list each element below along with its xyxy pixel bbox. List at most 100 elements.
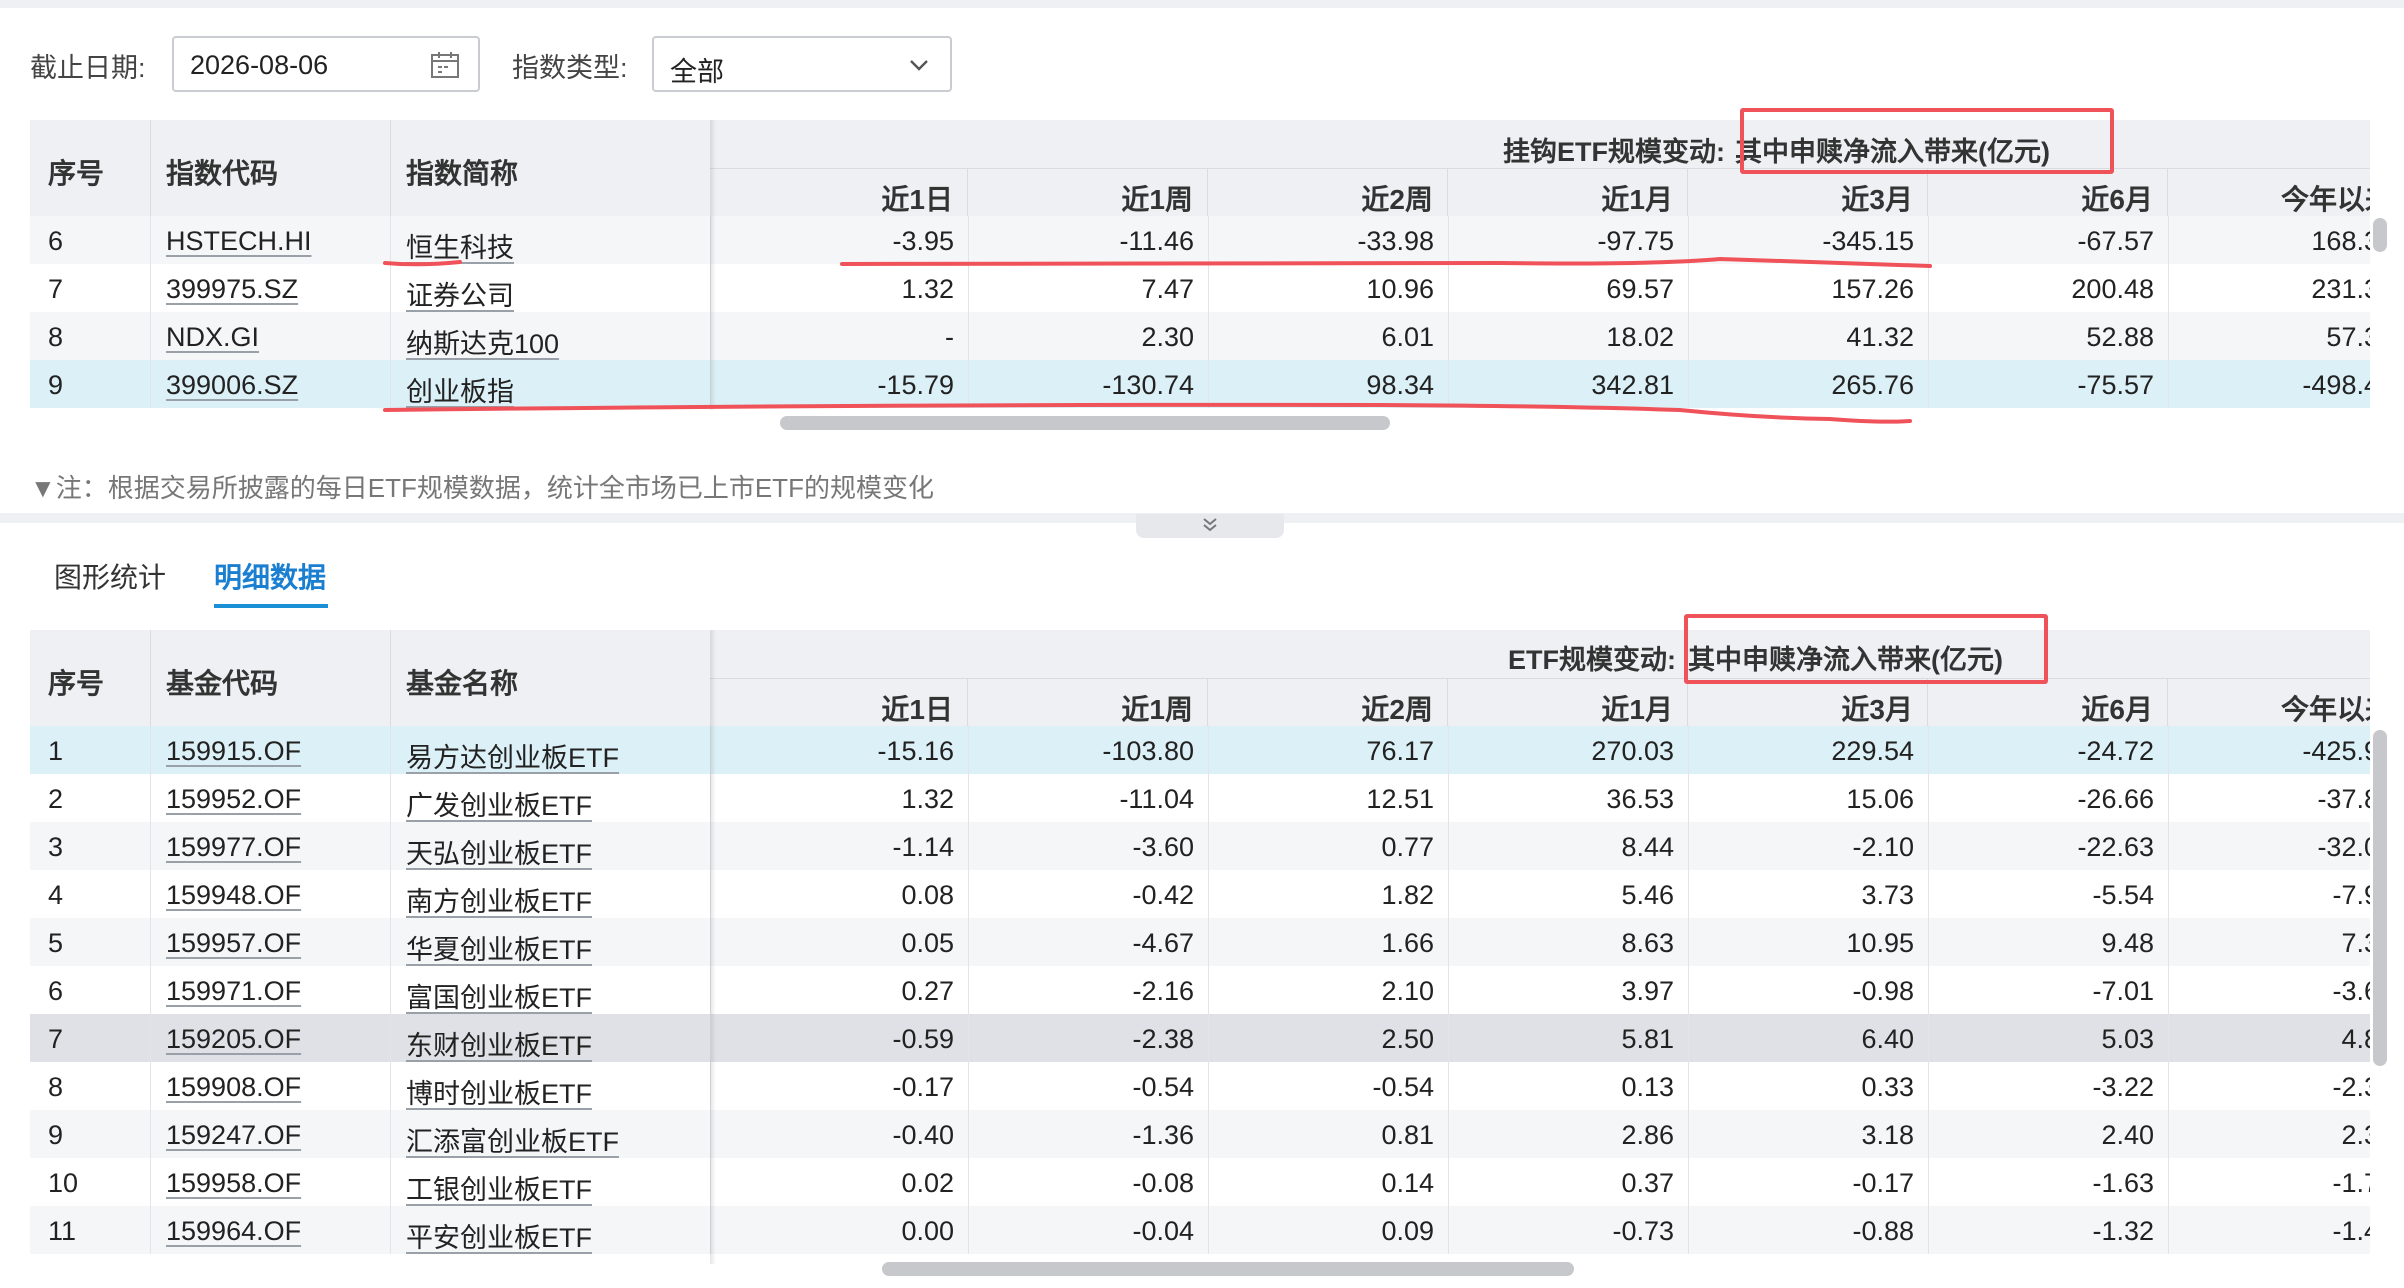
table-row[interactable]: 3 159977.OF 天弘创业板ETF -1.14 -3.60 0.77 8.44 -2.1…: [30, 822, 2370, 870]
row-code-link[interactable]: 399006.SZ: [166, 370, 298, 401]
table-row[interactable]: 8 NDX.GI 纳斯达克100 - 2.30 6.01 18.02 41.32 52.88 57…: [30, 312, 2370, 360]
column-divider: [1208, 822, 1209, 870]
table-row[interactable]: 7 159205.OF 东财创业板ETF -0.59 -2.38 2.50 5.81 6.40…: [30, 1014, 2370, 1062]
table-row[interactable]: 10 159958.OF 工银创业板ETF 0.02 -0.08 0.14 0.37 -0.1…: [30, 1158, 2370, 1206]
row-name-link[interactable]: 创业板指: [406, 370, 514, 409]
row-name-link[interactable]: 博时创业板ETF: [406, 1072, 592, 1111]
row-value: -0.08: [1132, 1168, 1194, 1198]
row-code-link[interactable]: 159957.OF: [166, 928, 301, 959]
column-divider: [150, 774, 151, 822]
column-divider: [390, 360, 391, 408]
column-divider: [1688, 822, 1689, 870]
row-seq: 9: [48, 1120, 64, 1150]
column-divider: [2168, 216, 2169, 264]
table-row[interactable]: 1 159915.OF 易方达创业板ETF -15.16 -103.80 76.17 270…: [30, 726, 2370, 774]
row-name-link[interactable]: 恒生科技: [406, 226, 514, 265]
row-value: -103.80: [1102, 736, 1194, 766]
column-divider: [150, 1062, 151, 1110]
row-value: 342.81: [1591, 370, 1674, 400]
period-header[interactable]: 近1月: [1448, 169, 1688, 217]
row-name-link[interactable]: 工银创业板ETF: [406, 1168, 592, 1207]
period-header[interactable]: 近3月: [1688, 679, 1928, 727]
period-header[interactable]: 近2周: [1208, 169, 1448, 217]
row-value: -26.66: [2077, 784, 2154, 814]
row-value: -1.77: [2332, 1168, 2370, 1198]
row-name-link[interactable]: 易方达创业板ETF: [406, 736, 619, 775]
period-header[interactable]: 近1日: [710, 169, 968, 217]
period-header-row: 近1日近1周近2周近1月近3月近6月今年以来: [710, 678, 2370, 727]
column-divider: [150, 1206, 151, 1254]
top-strip: [0, 0, 2404, 8]
row-name-link[interactable]: 汇添富创业板ETF: [406, 1120, 619, 1159]
table-row[interactable]: 8 159908.OF 博时创业板ETF -0.17 -0.54 -0.54 0.13 0.3…: [30, 1062, 2370, 1110]
row-code-link[interactable]: 159964.OF: [166, 1216, 301, 1247]
index-vertical-scrollbar[interactable]: [2373, 218, 2387, 252]
period-header[interactable]: 近6月: [1928, 679, 2168, 727]
period-header[interactable]: 近6月: [1928, 169, 2168, 217]
row-name-link[interactable]: 证券公司: [406, 274, 514, 313]
row-code-link[interactable]: 159908.OF: [166, 1072, 301, 1103]
column-divider: [150, 918, 151, 966]
table-row[interactable]: 4 159948.OF 南方创业板ETF 0.08 -0.42 1.82 5.46 3.73 -…: [30, 870, 2370, 918]
table-row[interactable]: 6 159971.OF 富国创业板ETF 0.27 -2.16 2.10 3.97 -0.98…: [30, 966, 2370, 1014]
row-name-link[interactable]: 富国创业板ETF: [406, 976, 592, 1015]
column-divider: [2168, 966, 2169, 1014]
row-code-link[interactable]: 159205.OF: [166, 1024, 301, 1055]
row-name-link[interactable]: 天弘创业板ETF: [406, 832, 592, 871]
row-value: -3.22: [2092, 1072, 2154, 1102]
row-code-link[interactable]: HSTECH.HI: [166, 226, 312, 257]
header-code: 基金代码: [166, 668, 279, 699]
row-code-link[interactable]: 159952.OF: [166, 784, 301, 815]
period-header[interactable]: 近1月: [1448, 679, 1688, 727]
type-select[interactable]: 全部: [652, 36, 952, 92]
row-name-link[interactable]: 广发创业板ETF: [406, 784, 592, 823]
period-header[interactable]: 近1周: [968, 169, 1208, 217]
row-value: 0.81: [1381, 1120, 1434, 1150]
row-name-link[interactable]: 南方创业板ETF: [406, 880, 592, 919]
collapse-handle[interactable]: [1136, 514, 1284, 538]
row-code-link[interactable]: 159977.OF: [166, 832, 301, 863]
row-code-link[interactable]: 159247.OF: [166, 1120, 301, 1151]
row-code-link[interactable]: 159958.OF: [166, 1168, 301, 1199]
period-header[interactable]: 今年以来: [2168, 679, 2370, 727]
row-value: -67.57: [2077, 226, 2154, 256]
column-divider: [1448, 360, 1449, 408]
index-horizontal-scrollbar[interactable]: [780, 416, 1390, 430]
table-row[interactable]: 9 399006.SZ 创业板指 -15.79 -130.74 98.34 342.81 26…: [30, 360, 2370, 408]
period-header[interactable]: 近1周: [968, 679, 1208, 727]
period-header[interactable]: 近2周: [1208, 679, 1448, 727]
row-code-link[interactable]: 399975.SZ: [166, 274, 298, 305]
row-name-link[interactable]: 纳斯达克100: [406, 322, 559, 361]
table-row[interactable]: 6 HSTECH.HI 恒生科技 -3.95 -11.46 -33.98 -97.75 -34…: [30, 216, 2370, 264]
fund-horizontal-scrollbar[interactable]: [882, 1262, 1574, 1276]
header-code: 指数代码: [166, 158, 279, 189]
row-value: 3.97: [1621, 976, 1674, 1006]
period-header[interactable]: 今年以来: [2168, 169, 2370, 217]
period-header[interactable]: 近3月: [1688, 169, 1928, 217]
date-picker[interactable]: 2026-08-06: [172, 36, 480, 92]
row-code-link[interactable]: 159915.OF: [166, 736, 301, 767]
column-divider: [968, 1206, 969, 1254]
table-row[interactable]: 9 159247.OF 汇添富创业板ETF -0.40 -1.36 0.81 2.86 3.1…: [30, 1110, 2370, 1158]
period-header[interactable]: 近1日: [710, 679, 968, 727]
column-divider: [2168, 822, 2169, 870]
tab-detail-data[interactable]: 明细数据: [214, 556, 326, 596]
table-row[interactable]: 5 159957.OF 华夏创业板ETF 0.05 -4.67 1.66 8.63 10.95…: [30, 918, 2370, 966]
tab-chart-stats[interactable]: 图形统计: [54, 556, 166, 596]
table-row[interactable]: 11 159964.OF 平安创业板ETF 0.00 -0.04 0.09 -0.73 -0.…: [30, 1206, 2370, 1254]
row-code-link[interactable]: 159971.OF: [166, 976, 301, 1007]
row-code-link[interactable]: NDX.GI: [166, 322, 259, 353]
fund-vertical-scrollbar[interactable]: [2373, 730, 2387, 1066]
table-row[interactable]: 2 159952.OF 广发创业板ETF 1.32 -11.04 12.51 36.53 15…: [30, 774, 2370, 822]
row-value: -2.38: [1132, 1024, 1194, 1054]
row-name-link[interactable]: 东财创业板ETF: [406, 1024, 592, 1063]
row-code-link[interactable]: 159948.OF: [166, 880, 301, 911]
chevron-down-icon: [910, 60, 928, 71]
row-name-link[interactable]: 平安创业板ETF: [406, 1216, 592, 1255]
table-row[interactable]: 7 399975.SZ 证券公司 1.32 7.47 10.96 69.57 157.26 20…: [30, 264, 2370, 312]
row-name-link[interactable]: 华夏创业板ETF: [406, 928, 592, 967]
row-value: 231.31: [2311, 274, 2370, 304]
header-seq: 序号: [48, 158, 105, 189]
row-seq: 1: [48, 736, 64, 766]
column-divider: [1448, 918, 1449, 966]
